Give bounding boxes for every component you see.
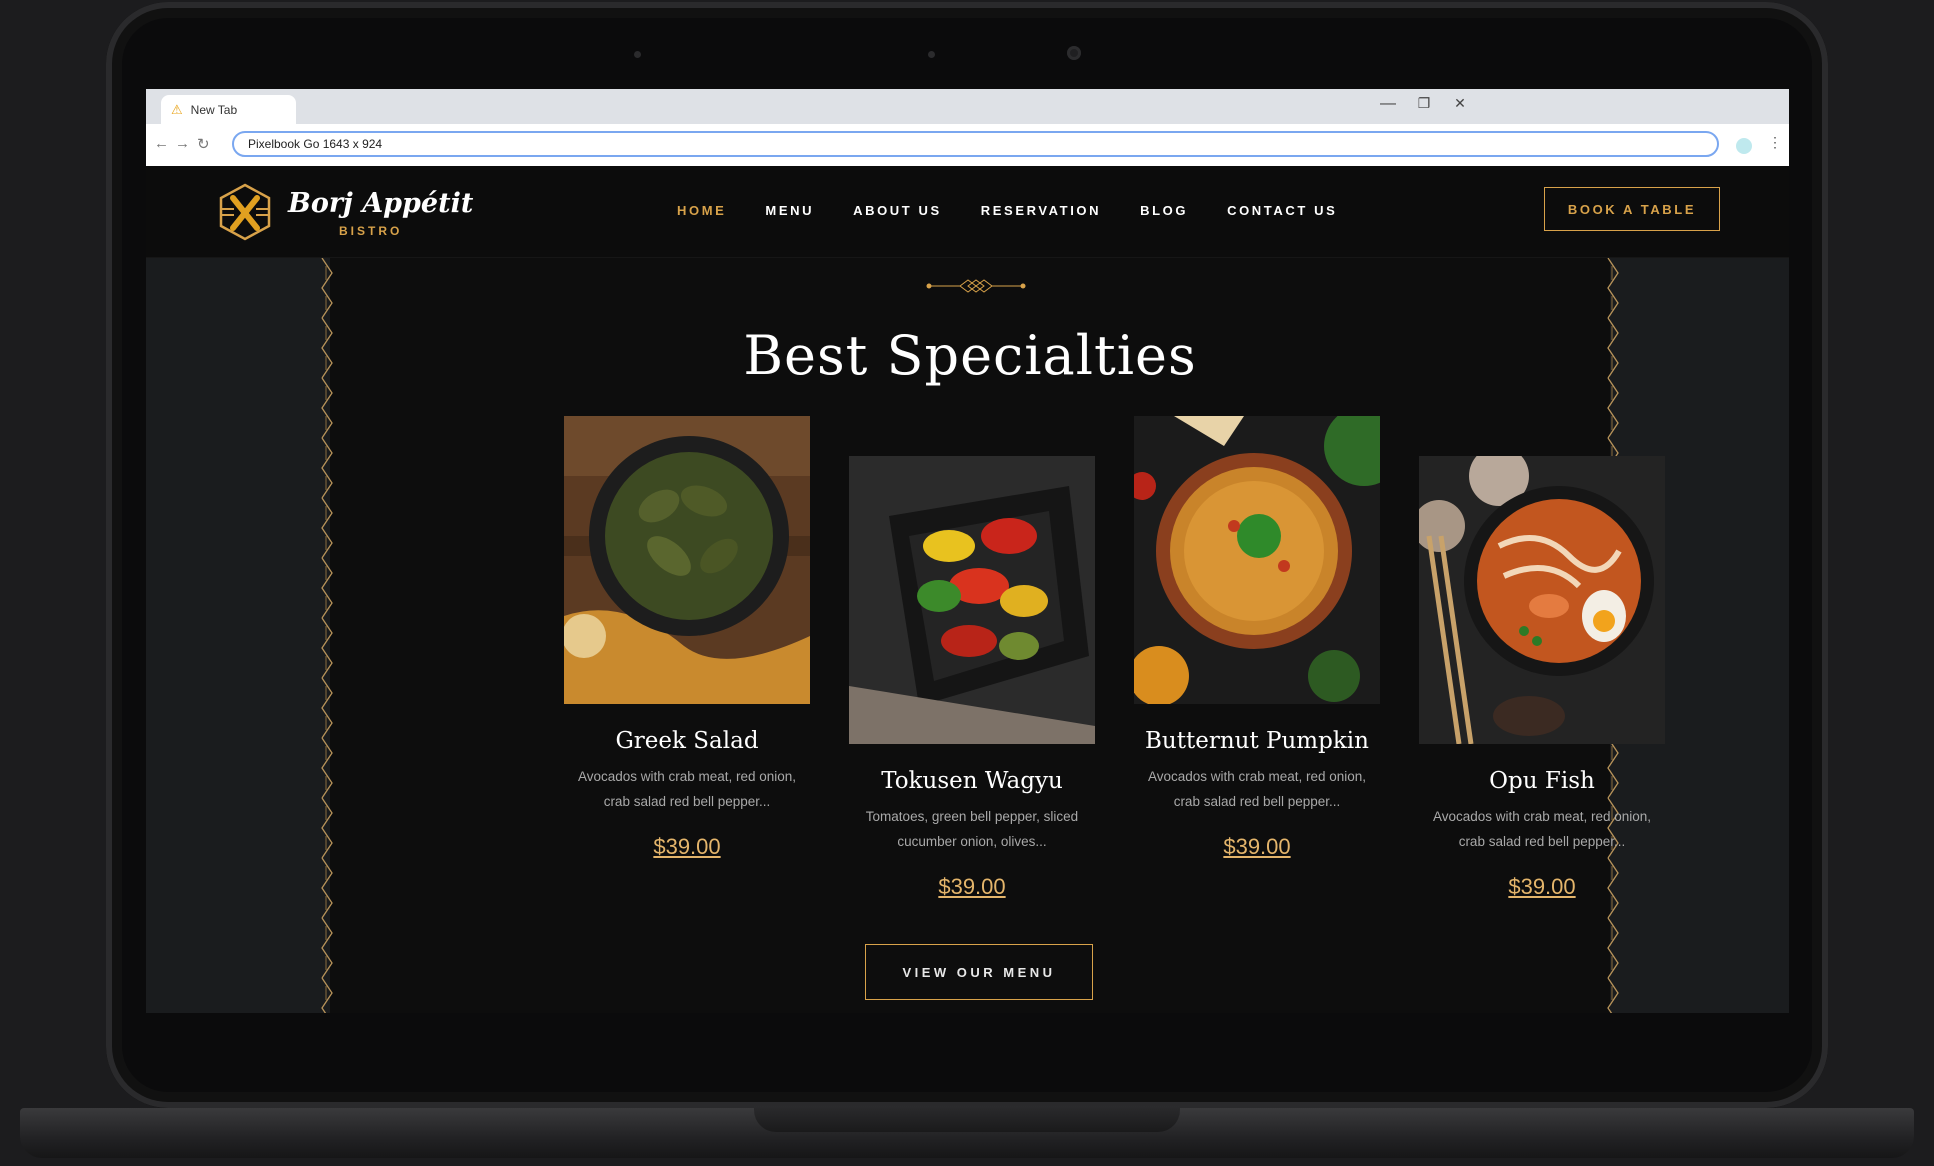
logo-icon[interactable] — [216, 183, 274, 241]
more-menu-icon[interactable]: ⋮ — [1768, 134, 1782, 151]
dish-price[interactable]: $39.00 — [653, 834, 720, 860]
dish-title[interactable]: Butternut Pumpkin — [1134, 728, 1380, 754]
dish-price[interactable]: $39.00 — [938, 874, 1005, 900]
forward-icon[interactable]: → — [175, 135, 190, 152]
tab-title: New Tab — [190, 102, 238, 117]
warning-icon: ⚠ — [171, 101, 183, 117]
reload-icon[interactable]: ↻ — [197, 135, 210, 153]
dish-card: Greek Salad Avocados with crab meat, red… — [564, 416, 810, 860]
minimize-icon[interactable]: — — [1378, 95, 1398, 113]
main-nav: HOME MENU ABOUT US RESERVATION BLOG CONT… — [677, 203, 1376, 218]
dish-image-herb-chicken[interactable] — [564, 416, 810, 704]
dish-description: Avocados with crab meat, red onion, crab… — [1432, 809, 1652, 849]
divider-ornament — [926, 279, 1026, 293]
dish-card: Butternut Pumpkin Avocados with crab mea… — [1134, 416, 1380, 860]
webcam — [1067, 46, 1081, 60]
dish-description: Avocados with crab meat, red onion, crab… — [1147, 769, 1367, 809]
nav-menu[interactable]: MENU — [765, 203, 814, 218]
laptop-hinge-notch — [754, 1106, 1180, 1132]
profile-icon[interactable] — [1736, 138, 1752, 154]
browser-tab[interactable]: ⚠ New Tab — [161, 95, 296, 124]
logo-subtitle: BISTRO — [339, 224, 403, 238]
nav-contact-us[interactable]: CONTACT US — [1227, 203, 1337, 218]
dish-title[interactable]: Greek Salad — [564, 728, 810, 754]
dish-price[interactable]: $39.00 — [1508, 874, 1575, 900]
dish-title[interactable]: Opu Fish — [1419, 768, 1665, 794]
browser-window: ⚠ New Tab — ❐ ✕ ← → ↻ Pixelbook Go 1643 … — [146, 89, 1789, 1013]
nav-reservation[interactable]: RESERVATION — [981, 203, 1101, 218]
dish-price[interactable]: $39.00 — [1223, 834, 1290, 860]
site-header: Borj Appétit BISTRO HOME MENU ABOUT US R… — [146, 166, 1789, 258]
dish-description: Tomatoes, green bell pepper, sliced cucu… — [865, 809, 1079, 849]
nav-blog[interactable]: BLOG — [1140, 203, 1188, 218]
back-icon[interactable]: ← — [154, 135, 169, 152]
restore-icon[interactable]: ❐ — [1414, 95, 1434, 112]
address-bar[interactable]: Pixelbook Go 1643 x 924 — [232, 131, 1719, 157]
sensor-dot — [634, 51, 641, 58]
nav-home[interactable]: HOME — [677, 203, 726, 218]
dish-description: Avocados with crab meat, red onion, crab… — [577, 769, 797, 809]
specialties-section: Best Specialties Greek Salad Avocados wi… — [146, 258, 1789, 1013]
toolbar: ← → ↻ Pixelbook Go 1643 x 924 ⋮ — [146, 124, 1789, 167]
dish-title[interactable]: Tokusen Wagyu — [849, 768, 1095, 794]
dish-card: Opu Fish Avocados with crab meat, red on… — [1419, 456, 1665, 900]
close-icon[interactable]: ✕ — [1450, 95, 1470, 112]
dish-image-lentil-soup[interactable] — [1134, 416, 1380, 704]
book-a-table-button[interactable]: BOOK A TABLE — [1544, 187, 1720, 231]
logo-name[interactable]: Borj Appétit — [288, 188, 473, 219]
sensor-dot — [928, 51, 935, 58]
dish-card: Tokusen Wagyu Tomatoes, green bell peppe… — [849, 456, 1095, 900]
view-our-menu-button[interactable]: VIEW OUR MENU — [865, 944, 1093, 1000]
section-title: Best Specialties — [743, 324, 1197, 387]
dish-image-grilled-vegetables[interactable] — [849, 456, 1095, 744]
dish-image-seafood-noodles[interactable] — [1419, 456, 1665, 744]
section-panel: Best Specialties Greek Salad Avocados wi… — [320, 258, 1665, 1013]
nav-about-us[interactable]: ABOUT US — [853, 203, 942, 218]
tab-strip: ⚠ New Tab — ❐ ✕ — [146, 89, 1789, 124]
